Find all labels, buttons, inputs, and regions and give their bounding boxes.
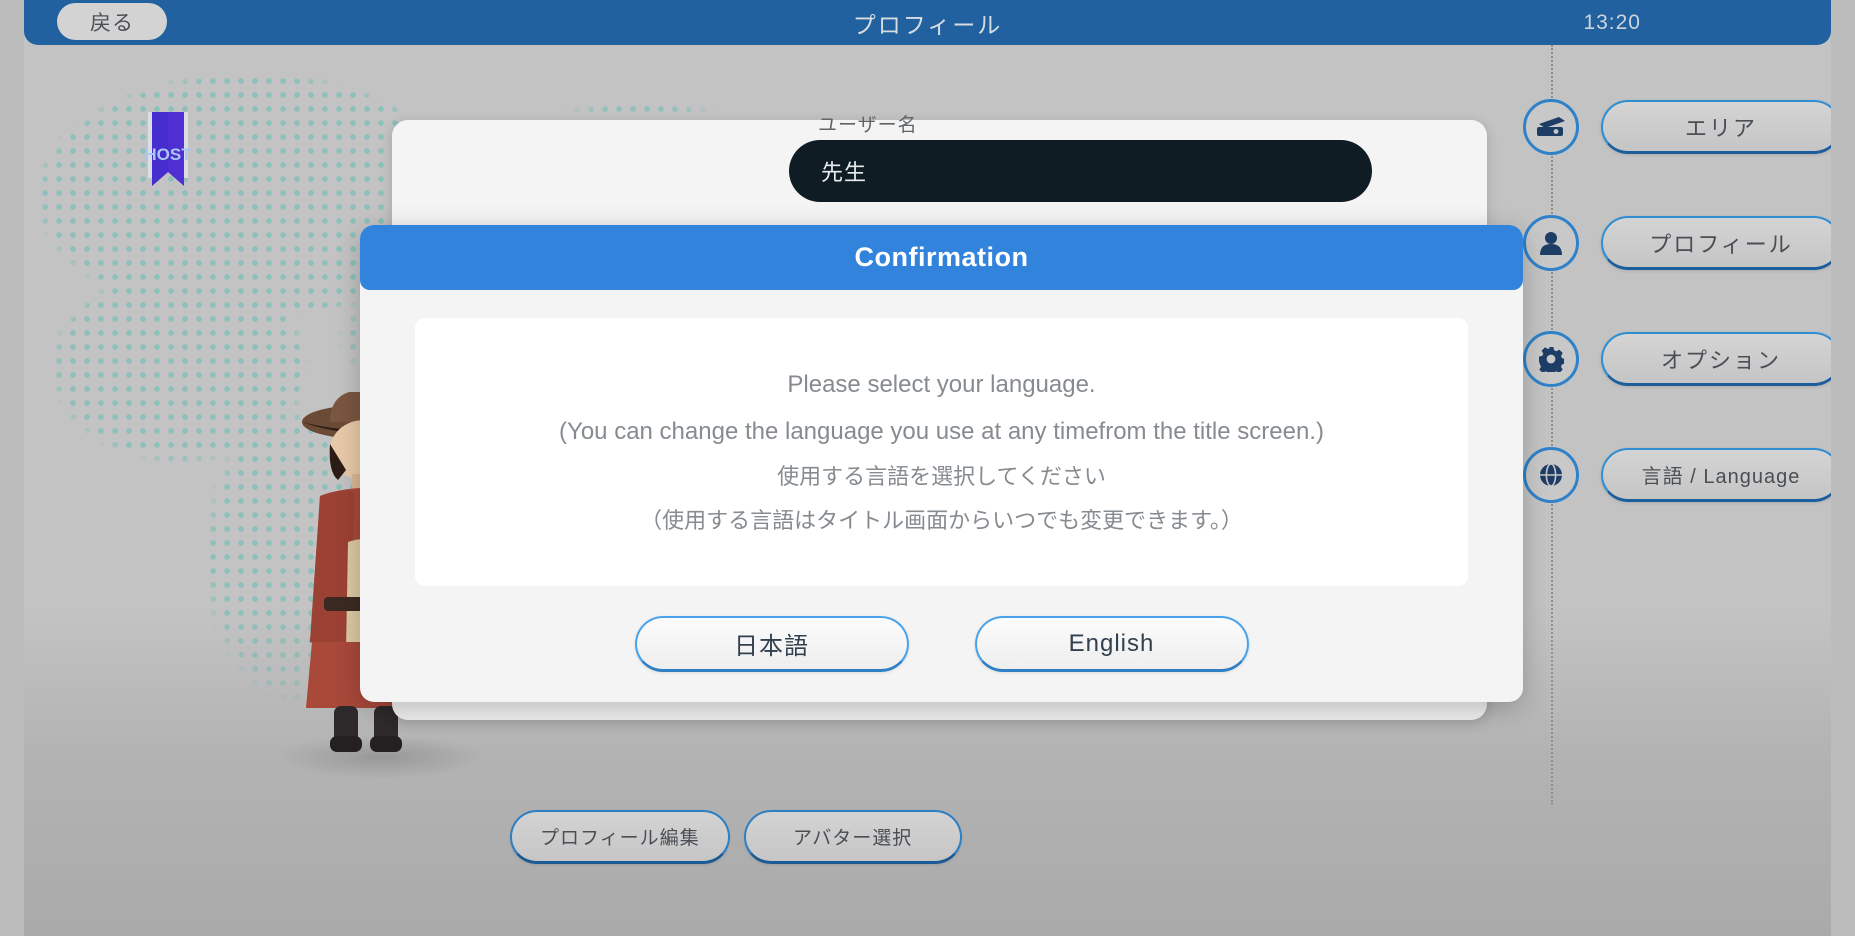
username-label: ユーザー名 bbox=[818, 115, 918, 136]
username-field[interactable]: 先生 bbox=[789, 140, 1372, 202]
rail-pill-area[interactable]: エリア bbox=[1601, 100, 1841, 154]
rail-item-area[interactable]: エリア bbox=[1515, 97, 1855, 157]
dialog-line-4: （使用する言語はタイトル画面からいつでも変更できます。） bbox=[640, 508, 1243, 534]
confirmation-dialog: Confirmation Please select your language… bbox=[360, 225, 1523, 702]
rail-label-options: オプション bbox=[1660, 347, 1781, 373]
page-title: プロフィール bbox=[852, 11, 1003, 38]
host-badge: HOST bbox=[138, 112, 198, 190]
username-value: 先生 bbox=[821, 160, 868, 185]
screen-edge-left bbox=[0, 0, 24, 936]
gear-icon[interactable] bbox=[1523, 331, 1579, 387]
dialog-title: Confirmation bbox=[360, 225, 1523, 290]
rail-item-language[interactable]: 言語 / Language bbox=[1515, 445, 1855, 505]
english-button[interactable]: English bbox=[974, 616, 1249, 672]
back-button[interactable]: 戻る bbox=[57, 3, 167, 40]
dialog-message-box: Please select your language. (You can ch… bbox=[415, 318, 1468, 586]
select-avatar-button[interactable]: アバター選択 bbox=[743, 810, 962, 864]
rail-connector-line bbox=[1551, 45, 1553, 805]
edit-profile-button[interactable]: プロフィール編集 bbox=[510, 810, 730, 864]
host-badge-label: HOST bbox=[144, 145, 192, 164]
rail-pill-language[interactable]: 言語 / Language bbox=[1601, 448, 1841, 502]
japanese-button-label: 日本語 bbox=[734, 633, 809, 660]
screen-edge-right bbox=[1831, 0, 1855, 936]
person-icon[interactable] bbox=[1523, 215, 1579, 271]
dialog-line-2: (You can change the language you use at … bbox=[559, 417, 1324, 445]
game-screen: HOST ユーザー名 先生 プロフィール編集 アバター選択 エリア プロフィール… bbox=[0, 0, 1855, 936]
globe-icon[interactable] bbox=[1523, 447, 1579, 503]
rail-pill-options[interactable]: オプション bbox=[1601, 332, 1841, 386]
select-avatar-label: アバター選択 bbox=[793, 828, 913, 849]
japanese-button[interactable]: 日本語 bbox=[634, 616, 909, 672]
back-button-label: 戻る bbox=[90, 11, 134, 35]
clock: 13:20 bbox=[1583, 10, 1641, 34]
rail-label-area: エリア bbox=[1684, 115, 1757, 141]
profile-action-row: プロフィール編集 アバター選択 bbox=[510, 810, 962, 864]
rail-pill-profile[interactable]: プロフィール bbox=[1601, 216, 1841, 270]
ticket-icon[interactable] bbox=[1523, 99, 1579, 155]
rail-label-language: 言語 / Language bbox=[1641, 466, 1801, 488]
dialog-line-1: Please select your language. bbox=[787, 370, 1096, 398]
rail-label-profile: プロフィール bbox=[1649, 231, 1793, 257]
dialog-line-3: 使用する言語を選択してください bbox=[777, 464, 1106, 490]
english-button-label: English bbox=[1068, 629, 1155, 657]
rail-item-profile[interactable]: プロフィール bbox=[1515, 213, 1855, 273]
edit-profile-label: プロフィール編集 bbox=[540, 828, 700, 849]
dialog-button-row: 日本語 English bbox=[360, 616, 1523, 672]
rail-item-options[interactable]: オプション bbox=[1515, 329, 1855, 389]
top-bar: プロフィール 戻る 13:20 bbox=[24, 0, 1831, 45]
right-rail-menu: エリア プロフィール オプション 言語 / Language bbox=[1515, 45, 1855, 936]
